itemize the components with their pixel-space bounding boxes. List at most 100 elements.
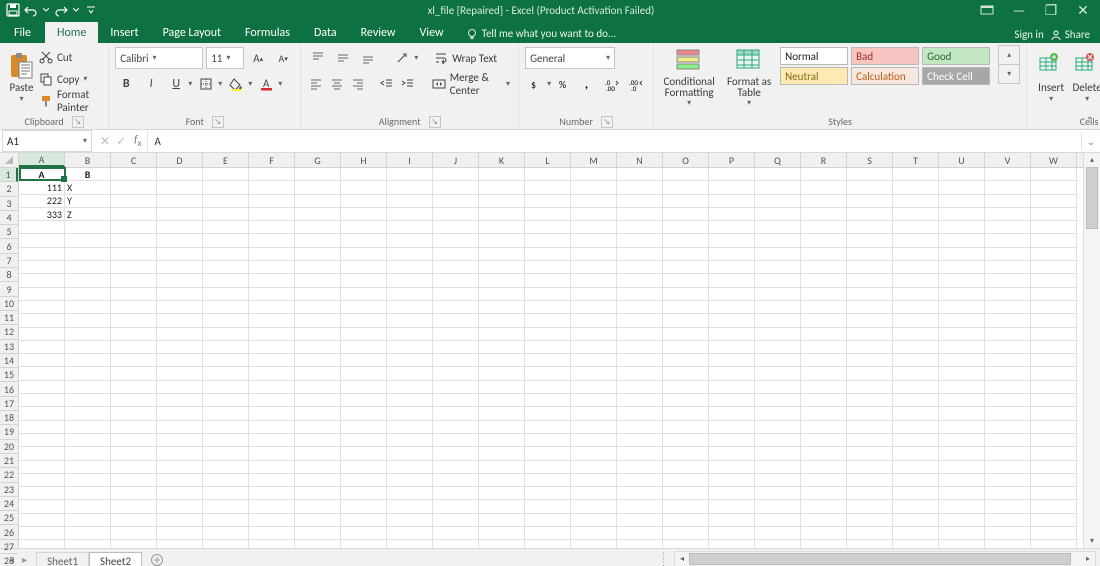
scroll-left-icon[interactable]: ◂ bbox=[675, 554, 689, 564]
cell-D29[interactable] bbox=[157, 540, 203, 548]
cell-B14[interactable] bbox=[65, 341, 111, 354]
decrease-indent-icon[interactable] bbox=[378, 73, 396, 95]
cell-T16[interactable] bbox=[893, 367, 939, 380]
cell-L26[interactable] bbox=[525, 500, 571, 513]
cell-I13[interactable] bbox=[387, 328, 433, 341]
cell-O21[interactable] bbox=[663, 434, 709, 447]
cell-I4[interactable] bbox=[387, 208, 433, 221]
cell-W10[interactable] bbox=[1031, 288, 1077, 301]
cell-G19[interactable] bbox=[295, 407, 341, 420]
cell-B3[interactable]: Y bbox=[65, 195, 111, 208]
cell-D28[interactable] bbox=[157, 527, 203, 540]
cell-M12[interactable] bbox=[571, 314, 617, 327]
cell-I15[interactable] bbox=[387, 354, 433, 367]
cell-D23[interactable] bbox=[157, 461, 203, 474]
tab-page-layout[interactable]: Page Layout bbox=[151, 22, 233, 43]
cell-S16[interactable] bbox=[847, 367, 893, 380]
cell-C7[interactable] bbox=[111, 248, 157, 261]
cell-D1[interactable] bbox=[157, 168, 203, 181]
cell-G13[interactable] bbox=[295, 328, 341, 341]
cell-S12[interactable] bbox=[847, 314, 893, 327]
cell-F17[interactable] bbox=[249, 381, 295, 394]
cell-S7[interactable] bbox=[847, 248, 893, 261]
cell-M14[interactable] bbox=[571, 341, 617, 354]
cell-Q28[interactable] bbox=[755, 527, 801, 540]
cell-J28[interactable] bbox=[433, 527, 479, 540]
cell-S1[interactable] bbox=[847, 168, 893, 181]
cell-N16[interactable] bbox=[617, 367, 663, 380]
cell-L1[interactable] bbox=[525, 168, 571, 181]
cell-G5[interactable] bbox=[295, 221, 341, 234]
cell-B28[interactable] bbox=[65, 527, 111, 540]
cell-U28[interactable] bbox=[939, 527, 985, 540]
cell-B21[interactable] bbox=[65, 434, 111, 447]
cell-L10[interactable] bbox=[525, 288, 571, 301]
row-header-25[interactable]: 25 bbox=[0, 511, 18, 525]
cell-O12[interactable] bbox=[663, 314, 709, 327]
save-icon[interactable] bbox=[6, 3, 20, 17]
cell-H15[interactable] bbox=[341, 354, 387, 367]
cell-J3[interactable] bbox=[433, 195, 479, 208]
cell-N6[interactable] bbox=[617, 234, 663, 247]
sheet-tab-sheet1[interactable]: Sheet1 bbox=[36, 552, 89, 566]
cell-L13[interactable] bbox=[525, 328, 571, 341]
cell-H25[interactable] bbox=[341, 487, 387, 500]
cell-A21[interactable] bbox=[19, 434, 65, 447]
cell-A27[interactable] bbox=[19, 514, 65, 527]
cell-I24[interactable] bbox=[387, 474, 433, 487]
cell-L3[interactable] bbox=[525, 195, 571, 208]
cell-E12[interactable] bbox=[203, 314, 249, 327]
cell-W3[interactable] bbox=[1031, 195, 1077, 208]
font-color-button[interactable]: A bbox=[255, 73, 277, 95]
cell-Q9[interactable] bbox=[755, 274, 801, 287]
cell-G7[interactable] bbox=[295, 248, 341, 261]
cell-H14[interactable] bbox=[341, 341, 387, 354]
cell-R20[interactable] bbox=[801, 421, 847, 434]
cell-Q14[interactable] bbox=[755, 341, 801, 354]
style-calculation[interactable]: Calculation bbox=[851, 67, 919, 85]
cell-P25[interactable] bbox=[709, 487, 755, 500]
row-header-12[interactable]: 12 bbox=[0, 325, 18, 339]
cell-O6[interactable] bbox=[663, 234, 709, 247]
cell-G26[interactable] bbox=[295, 500, 341, 513]
cell-G17[interactable] bbox=[295, 381, 341, 394]
cell-S18[interactable] bbox=[847, 394, 893, 407]
cell-N7[interactable] bbox=[617, 248, 663, 261]
cell-N19[interactable] bbox=[617, 407, 663, 420]
cell-R8[interactable] bbox=[801, 261, 847, 274]
row-header-6[interactable]: 6 bbox=[0, 239, 18, 253]
cell-T3[interactable] bbox=[893, 195, 939, 208]
cell-A3[interactable]: 222 bbox=[19, 195, 65, 208]
cell-M11[interactable] bbox=[571, 301, 617, 314]
cell-A12[interactable] bbox=[19, 314, 65, 327]
tab-split-handle[interactable] bbox=[663, 552, 670, 566]
col-header-L[interactable]: L bbox=[525, 153, 571, 167]
cell-F11[interactable] bbox=[249, 301, 295, 314]
cell-O26[interactable] bbox=[663, 500, 709, 513]
cell-B1[interactable]: B bbox=[65, 168, 111, 181]
cell-R10[interactable] bbox=[801, 288, 847, 301]
cell-T23[interactable] bbox=[893, 461, 939, 474]
cell-D22[interactable] bbox=[157, 447, 203, 460]
cell-C1[interactable] bbox=[111, 168, 157, 181]
cell-K6[interactable] bbox=[479, 234, 525, 247]
cell-G10[interactable] bbox=[295, 288, 341, 301]
cell-B6[interactable] bbox=[65, 234, 111, 247]
cell-V17[interactable] bbox=[985, 381, 1031, 394]
cell-H10[interactable] bbox=[341, 288, 387, 301]
cell-B22[interactable] bbox=[65, 447, 111, 460]
scroll-down-icon[interactable]: ▾ bbox=[1084, 534, 1100, 548]
cell-K10[interactable] bbox=[479, 288, 525, 301]
cell-A10[interactable] bbox=[19, 288, 65, 301]
cell-R5[interactable] bbox=[801, 221, 847, 234]
cell-C23[interactable] bbox=[111, 461, 157, 474]
cell-P5[interactable] bbox=[709, 221, 755, 234]
cell-G28[interactable] bbox=[295, 527, 341, 540]
sheet-tab-sheet2[interactable]: Sheet2 bbox=[89, 552, 142, 566]
style-check-cell[interactable]: Check Cell bbox=[922, 67, 990, 85]
cell-G16[interactable] bbox=[295, 367, 341, 380]
undo-dropdown-icon[interactable] bbox=[42, 3, 50, 17]
cell-C29[interactable] bbox=[111, 540, 157, 548]
cell-B2[interactable]: X bbox=[65, 181, 111, 194]
row-header-13[interactable]: 13 bbox=[0, 340, 18, 354]
